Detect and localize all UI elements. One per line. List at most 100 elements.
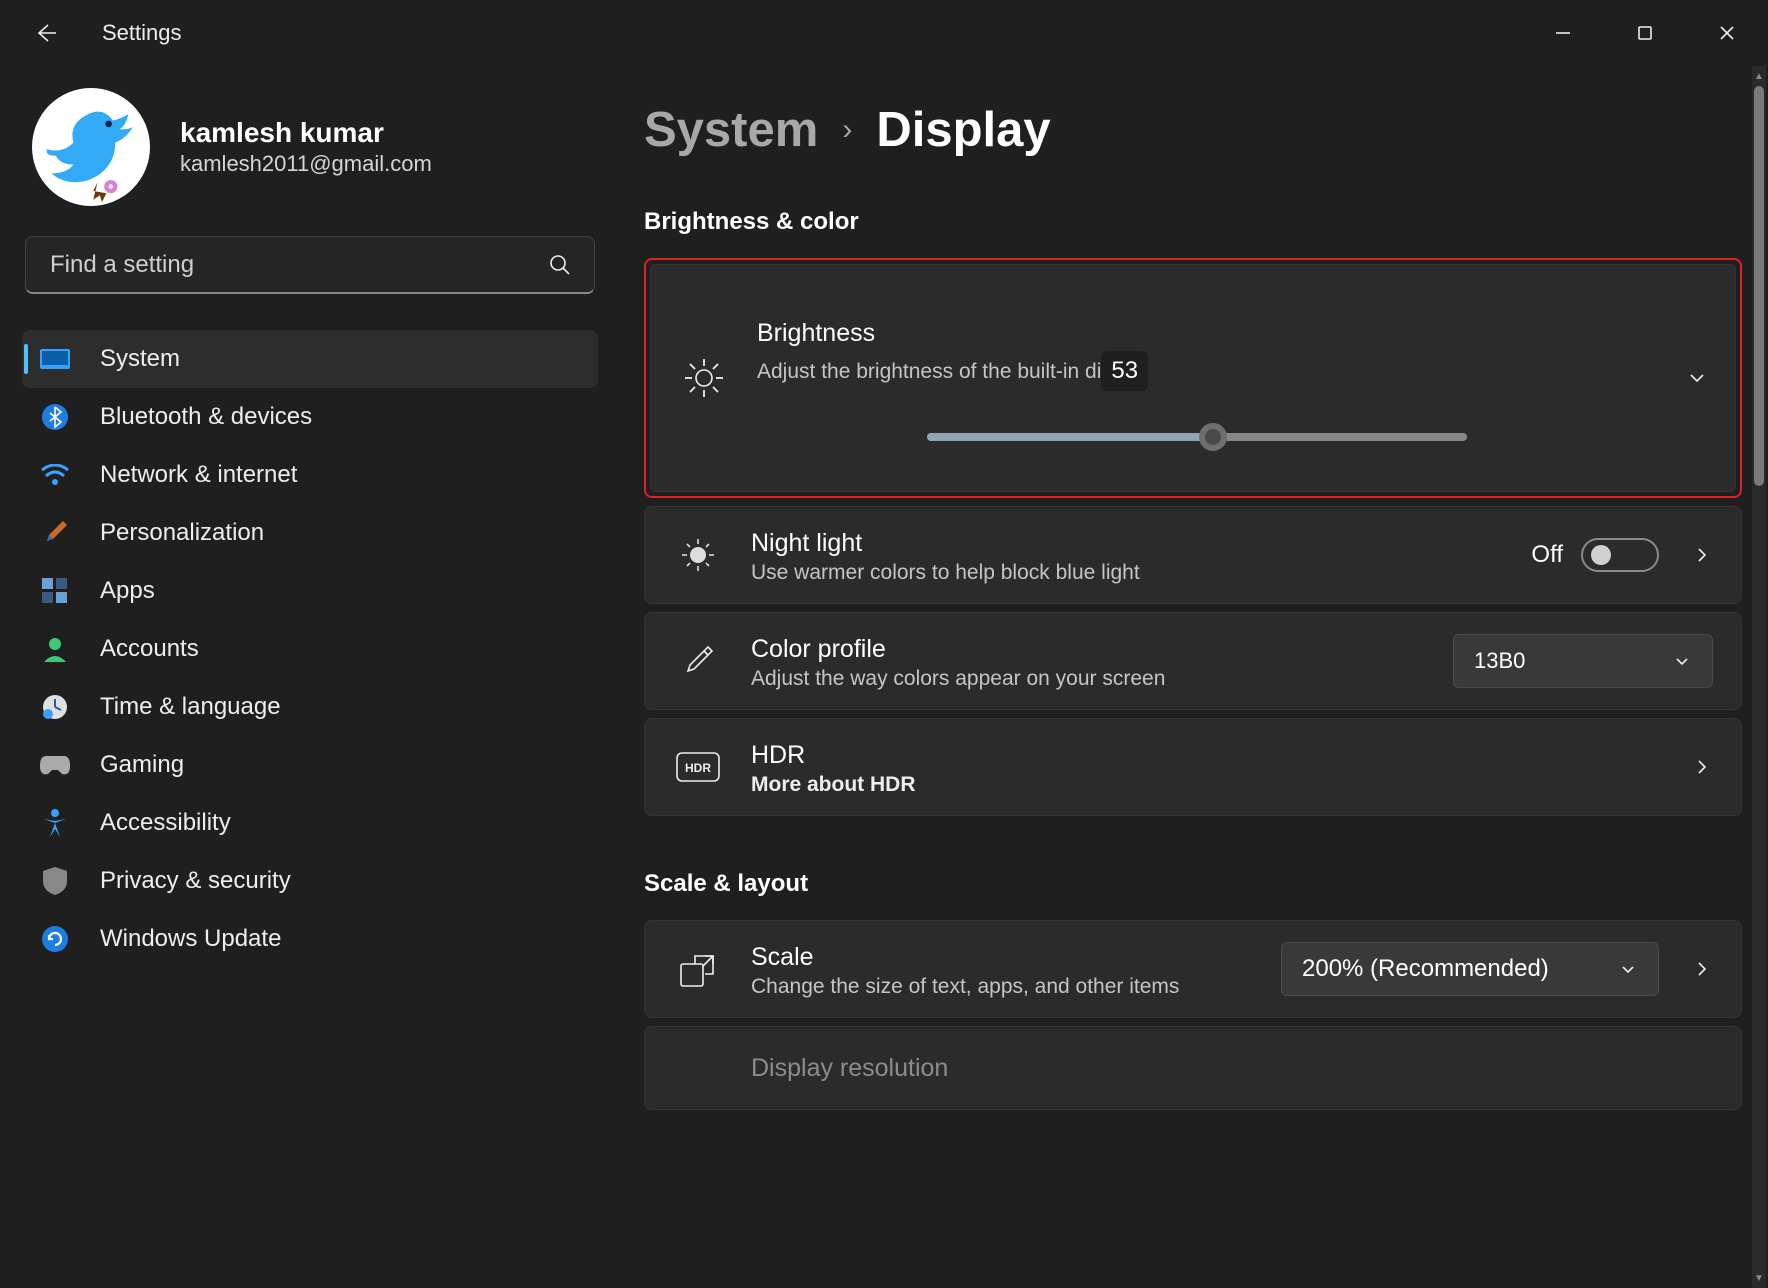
system-icon xyxy=(40,344,70,374)
clock-icon xyxy=(40,692,70,722)
scroll-down-icon[interactable]: ▼ xyxy=(1752,1268,1766,1288)
section-scale-title: Scale & layout xyxy=(644,870,1742,898)
brightness-value: 53 xyxy=(1101,351,1148,391)
hdr-card[interactable]: HDR HDR More about HDR xyxy=(644,718,1742,816)
chevron-down-icon xyxy=(1618,959,1638,979)
scrollbar[interactable]: ▲ ▼ xyxy=(1752,66,1766,1288)
breadcrumb: System › Display xyxy=(644,102,1742,158)
highlight-annotation: Brightness Adjust the brightness of the … xyxy=(644,258,1742,498)
app-title: Settings xyxy=(102,20,182,46)
color-profile-dropdown[interactable]: 13B0 xyxy=(1453,634,1713,688)
sidebar-item-label: Windows Update xyxy=(100,925,281,953)
brightness-icon xyxy=(679,353,729,403)
search-box[interactable] xyxy=(25,236,595,294)
color-profile-subtitle: Adjust the way colors appear on your scr… xyxy=(751,667,1425,691)
expand-button[interactable] xyxy=(1687,368,1707,388)
person-icon xyxy=(40,634,70,664)
chevron-right-icon[interactable] xyxy=(1691,756,1713,778)
close-button[interactable] xyxy=(1686,5,1768,61)
chevron-right-icon[interactable] xyxy=(1691,544,1713,566)
scale-icon xyxy=(673,944,723,994)
sidebar: kamlesh kumar kamlesh2011@gmail.com Syst… xyxy=(0,66,620,1288)
sidebar-item-privacy[interactable]: Privacy & security xyxy=(22,852,598,910)
display-resolution-title: Display resolution xyxy=(751,1051,1713,1086)
sidebar-item-gaming[interactable]: Gaming xyxy=(22,736,598,794)
sidebar-item-label: Apps xyxy=(100,577,155,605)
brightness-title: Brightness xyxy=(757,316,1217,351)
night-light-toggle[interactable] xyxy=(1581,538,1659,572)
hdr-subtitle: More about HDR xyxy=(751,773,1655,797)
display-resolution-card[interactable]: Display resolution xyxy=(644,1026,1742,1110)
scrollbar-thumb[interactable] xyxy=(1754,86,1764,486)
maximize-button[interactable] xyxy=(1604,5,1686,61)
sidebar-item-label: Network & internet xyxy=(100,461,297,489)
avatar-bird-icon xyxy=(36,92,146,202)
sidebar-item-accessibility[interactable]: Accessibility xyxy=(22,794,598,852)
scale-subtitle: Change the size of text, apps, and other… xyxy=(751,975,1211,999)
scale-title: Scale xyxy=(751,940,1253,975)
night-light-subtitle: Use warmer colors to help block blue lig… xyxy=(751,561,1503,585)
breadcrumb-parent[interactable]: System xyxy=(644,102,818,158)
wifi-icon xyxy=(40,460,70,490)
brightness-subtitle: Adjust the brightness of the built-in di xyxy=(757,360,1101,383)
sidebar-item-system[interactable]: System xyxy=(22,330,598,388)
sidebar-item-label: Personalization xyxy=(100,519,264,547)
sidebar-item-label: Gaming xyxy=(100,751,184,779)
shield-icon xyxy=(40,866,70,896)
sidebar-item-accounts[interactable]: Accounts xyxy=(22,620,598,678)
user-email: kamlesh2011@gmail.com xyxy=(180,151,432,177)
scale-dropdown[interactable]: 200% (Recommended) xyxy=(1281,942,1659,996)
color-profile-title: Color profile xyxy=(751,632,1425,667)
sidebar-item-label: Privacy & security xyxy=(100,867,291,895)
close-icon xyxy=(1719,25,1735,41)
sidebar-item-personalization[interactable]: Personalization xyxy=(22,504,598,562)
brush-icon xyxy=(40,518,70,548)
breadcrumb-current: Display xyxy=(876,102,1050,158)
nav: System Bluetooth & devices Network & int… xyxy=(22,330,598,968)
night-light-state-label: Off xyxy=(1531,541,1563,569)
search-input[interactable] xyxy=(48,250,548,280)
night-light-card[interactable]: Night light Use warmer colors to help bl… xyxy=(644,506,1742,604)
chevron-right-icon[interactable] xyxy=(1691,958,1713,980)
arrow-left-icon xyxy=(34,21,58,45)
scroll-up-icon[interactable]: ▲ xyxy=(1752,66,1766,86)
hdr-icon: HDR xyxy=(673,742,723,792)
brightness-card[interactable]: Brightness Adjust the brightness of the … xyxy=(650,264,1736,492)
section-brightness-title: Brightness & color xyxy=(644,208,1742,236)
back-button[interactable] xyxy=(28,15,64,51)
apps-icon xyxy=(40,576,70,606)
color-profile-card[interactable]: Color profile Adjust the way colors appe… xyxy=(644,612,1742,710)
sidebar-item-apps[interactable]: Apps xyxy=(22,562,598,620)
user-card[interactable]: kamlesh kumar kamlesh2011@gmail.com xyxy=(32,88,588,206)
night-light-title: Night light xyxy=(751,526,1503,561)
minimize-button[interactable] xyxy=(1522,5,1604,61)
sidebar-item-time[interactable]: Time & language xyxy=(22,678,598,736)
titlebar: Settings xyxy=(0,0,1768,66)
hdr-title: HDR xyxy=(751,738,1655,773)
sidebar-item-network[interactable]: Network & internet xyxy=(22,446,598,504)
sidebar-item-label: Accounts xyxy=(100,635,199,663)
sidebar-item-label: Time & language xyxy=(100,693,281,721)
slider-thumb[interactable] xyxy=(1199,423,1227,451)
accessibility-icon xyxy=(40,808,70,838)
dropdown-value: 13B0 xyxy=(1474,648,1525,674)
search-icon xyxy=(548,253,572,277)
svg-text:HDR: HDR xyxy=(685,761,711,775)
minimize-icon xyxy=(1555,25,1571,41)
scrollbar-track[interactable] xyxy=(1752,86,1766,1268)
chevron-down-icon xyxy=(1672,651,1692,671)
scale-card[interactable]: Scale Change the size of text, apps, and… xyxy=(644,920,1742,1018)
content: System › Display Brightness & color Brig… xyxy=(620,66,1768,1288)
slider-fill xyxy=(927,433,1213,441)
sidebar-item-label: Bluetooth & devices xyxy=(100,403,312,431)
maximize-icon xyxy=(1637,25,1653,41)
avatar xyxy=(32,88,150,206)
sidebar-item-bluetooth[interactable]: Bluetooth & devices xyxy=(22,388,598,446)
eyedropper-icon xyxy=(673,636,723,686)
sidebar-item-update[interactable]: Windows Update xyxy=(22,910,598,968)
resolution-icon xyxy=(673,1043,723,1093)
brightness-slider[interactable] xyxy=(927,433,1467,441)
chevron-right-icon: › xyxy=(842,113,852,147)
night-light-icon xyxy=(673,530,723,580)
gamepad-icon xyxy=(40,750,70,780)
